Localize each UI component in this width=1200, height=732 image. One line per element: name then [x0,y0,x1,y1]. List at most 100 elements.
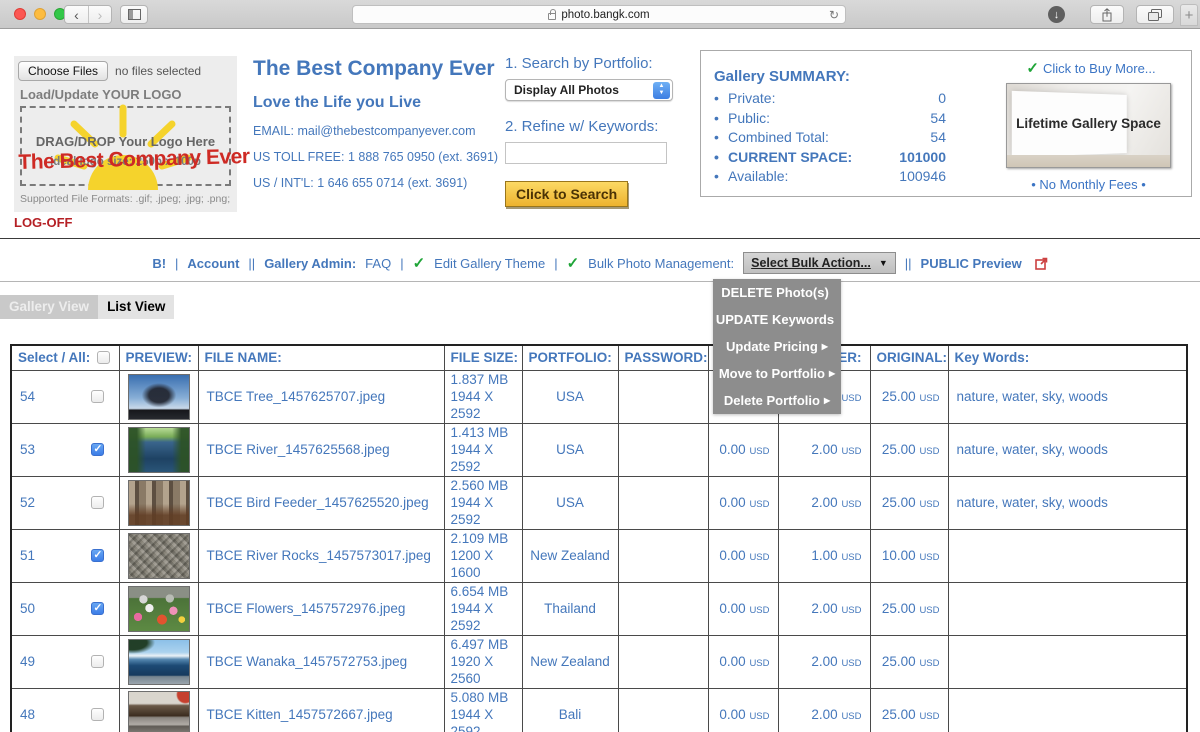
photo-thumbnail[interactable] [128,374,190,420]
col-preview-label: PREVIEW: [119,345,198,370]
check-icon: ✓ [413,254,426,272]
web-price: 0.00 [719,548,745,563]
photo-id: 54 [20,389,35,404]
external-link-icon [1035,257,1048,270]
file-name-link[interactable]: TBCE River_1457625568.jpeg [207,442,390,457]
photo-thumbnail[interactable] [128,691,190,732]
currency-label: USD [841,658,861,669]
nav-public-preview-link[interactable]: PUBLIC Preview [921,256,1022,271]
log-off-link[interactable]: LOG-OFF [14,215,73,230]
file-name-link[interactable]: TBCE Wanaka_1457572753.jpeg [207,654,408,669]
company-tagline: Love the Life you Live [253,94,503,112]
photo-thumbnail[interactable] [128,427,190,473]
row-checkbox[interactable] [91,655,104,668]
password-cell [618,688,708,732]
file-name-link[interactable]: TBCE River Rocks_1457573017.jpeg [207,548,431,563]
forward-button[interactable]: › [88,6,111,23]
buy-more-link[interactable]: ✓Click to Buy More... [1006,59,1176,77]
reload-button[interactable]: ↻ [829,8,839,22]
larger-price: 2.00 [811,495,837,510]
downloads-button[interactable]: ↓ [1048,6,1065,23]
summary-row-combined: • Combined Total:54 [714,128,946,148]
minimize-window-button[interactable] [34,8,46,20]
col-filesize-label: FILE SIZE: [444,345,522,370]
load-update-logo-label: Load/Update YOUR LOGO [14,85,237,106]
lifetime-gallery-image[interactable]: Lifetime Gallery Space [1006,83,1171,168]
file-size: 2.560 MB [451,478,509,493]
currency-label: USD [749,499,769,510]
lock-icon [548,13,556,20]
menu-item-update-keywords[interactable]: UPDATE Keywords [713,306,841,333]
submenu-arrow-icon: ▶ [829,369,835,378]
tab-gallery-view[interactable]: Gallery View [0,295,98,319]
logo-dropzone[interactable]: DRAG/DROP Your Logo Here ideal logo size… [20,106,231,186]
browser-toolbar: ‹ › photo.bangk.com ↻ ↓ + [0,0,1200,29]
col-select-label: Select / All: [18,350,90,365]
file-name-link[interactable]: TBCE Flowers_1457572976.jpeg [207,601,406,616]
currency-label: USD [919,393,939,404]
bullet-icon: • [714,89,728,109]
file-dimensions: 1200 X 1600 [451,548,494,580]
file-name-link[interactable]: TBCE Kitten_1457572667.jpeg [207,707,393,722]
new-tab-button[interactable]: + [1180,4,1198,26]
keywords-cell [948,688,1187,732]
summary-row-public: • Public:54 [714,109,946,129]
web-price: 0.00 [719,442,745,457]
photo-thumbnail[interactable] [128,480,190,526]
portfolio-name: New Zealand [522,529,618,582]
menu-item-update-pricing[interactable]: Update Pricing▶ [713,333,841,360]
gallery-summary-panel: Gallery SUMMARY: • Private:0 • Public:54… [700,50,1192,197]
download-icon: ↓ [1054,9,1060,21]
row-checkbox[interactable] [91,708,104,721]
nav-account-link[interactable]: Account [187,256,239,271]
click-to-search-button[interactable]: Click to Search [505,181,628,207]
menu-item-move-to-portfolio[interactable]: Move to Portfolio▶ [713,360,841,387]
nav-divider [0,281,1200,282]
file-size: 6.654 MB [451,584,509,599]
file-name-link[interactable]: TBCE Tree_1457625707.jpeg [207,389,386,404]
admin-nav: B! | Account || Gallery Admin: FAQ | ✓ E… [0,247,1200,279]
portfolio-name: New Zealand [522,635,618,688]
bulk-action-dropdown[interactable]: Select Bulk Action... ▼ [743,252,896,274]
file-size: 6.497 MB [451,637,509,652]
table-row: 48TBCE Kitten_1457572667.jpeg5.080 MB194… [11,688,1187,732]
row-checkbox[interactable] [91,549,104,562]
row-checkbox[interactable] [91,602,104,615]
portfolio-select[interactable]: Display All Photos ▲▼ [505,79,673,101]
photo-thumbnail[interactable] [128,586,190,632]
row-checkbox[interactable] [91,496,104,509]
nav-bulk-mgmt-label: Bulk Photo Management: [588,256,734,271]
portfolio-name: USA [522,370,618,423]
nav-edit-theme-link[interactable]: Edit Gallery Theme [434,256,545,271]
photo-thumbnail[interactable] [128,639,190,685]
row-checkbox[interactable] [91,443,104,456]
sidebar-button[interactable] [120,5,148,24]
web-price: 0.00 [719,601,745,616]
portfolio-name: USA [522,423,618,476]
select-all-checkbox[interactable] [97,351,110,364]
nav-b-link[interactable]: B! [152,256,166,271]
currency-label: USD [841,552,861,563]
bullet-icon: • [714,148,728,168]
address-bar[interactable]: photo.bangk.com ↻ [352,5,846,24]
keywords-input[interactable] [505,142,667,164]
table-row: 50TBCE Flowers_1457572976.jpeg6.654 MB19… [11,582,1187,635]
nav-separator: | [175,256,178,271]
choose-files-button[interactable]: Choose Files [18,61,108,81]
menu-item-delete-portfolio[interactable]: Delete Portfolio▶ [713,387,841,414]
currency-label: USD [749,552,769,563]
file-dimensions: 1944 X 2592 [451,601,494,633]
photo-id: 52 [20,495,35,510]
row-checkbox[interactable] [91,390,104,403]
menu-item-delete-photos[interactable]: DELETE Photo(s) [713,279,841,306]
photo-thumbnail[interactable] [128,533,190,579]
close-window-button[interactable] [14,8,26,20]
col-filename-label: FILE NAME: [198,345,444,370]
tab-overview-button[interactable] [1136,5,1174,24]
nav-faq-link[interactable]: FAQ [365,256,391,271]
tab-list-view[interactable]: List View [98,295,174,319]
share-button[interactable] [1090,5,1124,24]
file-name-link[interactable]: TBCE Bird Feeder_1457625520.jpeg [207,495,429,510]
table-row: 54TBCE Tree_1457625707.jpeg1.837 MB1944 … [11,370,1187,423]
back-button[interactable]: ‹ [65,6,88,23]
